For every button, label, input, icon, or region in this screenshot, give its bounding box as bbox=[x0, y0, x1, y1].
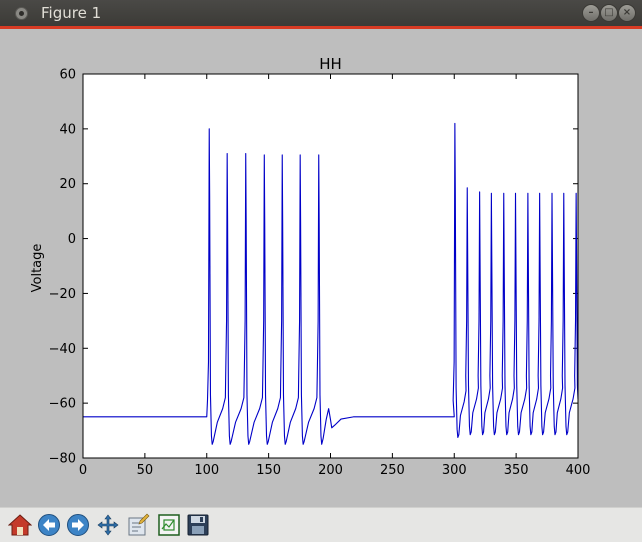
y-tick-label: 0 bbox=[68, 232, 76, 247]
zoom-to-rect-button[interactable] bbox=[155, 511, 183, 539]
forward-arrow-icon bbox=[67, 514, 89, 536]
x-tick-label: 50 bbox=[137, 463, 154, 478]
window-title: Figure 1 bbox=[41, 4, 102, 22]
y-tick-label: 60 bbox=[59, 68, 76, 83]
x-tick-label: 200 bbox=[318, 463, 343, 478]
x-tick-label: 0 bbox=[79, 463, 87, 478]
pan-arrows-icon bbox=[97, 514, 119, 536]
floppy-disk-icon bbox=[187, 514, 209, 536]
y-tick-label: −80 bbox=[49, 452, 76, 467]
configure-subplots-icon bbox=[128, 513, 150, 536]
zoom-rect-icon bbox=[158, 514, 180, 536]
y-tick-label: −60 bbox=[49, 397, 76, 412]
home-icon bbox=[8, 514, 32, 536]
forward-button[interactable] bbox=[64, 511, 92, 539]
pan-button[interactable] bbox=[94, 511, 122, 539]
y-tick-label: −20 bbox=[49, 287, 76, 302]
minimize-button[interactable]: – bbox=[582, 4, 600, 22]
x-tick-label: 150 bbox=[256, 463, 281, 478]
plot-svg: HH Voltage 0 50 100 150 200 250 300 350 400 −80−… bbox=[30, 55, 591, 478]
back-arrow-icon bbox=[38, 514, 60, 536]
chart-title: HH bbox=[319, 55, 342, 73]
figure-canvas[interactable]: HH Voltage 0 50 100 150 200 250 300 350 400 −80−… bbox=[0, 29, 642, 507]
back-button[interactable] bbox=[35, 511, 63, 539]
y-tick-label: 20 bbox=[59, 177, 76, 192]
x-tick-label: 300 bbox=[442, 463, 467, 478]
window-menu-icon[interactable] bbox=[15, 7, 28, 20]
x-tick-label: 100 bbox=[194, 463, 219, 478]
window-titlebar: Figure 1 – □ × bbox=[0, 0, 642, 29]
x-tick-label: 350 bbox=[504, 463, 529, 478]
x-tick-label: 250 bbox=[380, 463, 405, 478]
maximize-button[interactable]: □ bbox=[600, 4, 618, 22]
y-tick-label: −40 bbox=[49, 342, 76, 357]
y-tick-label: 40 bbox=[59, 122, 76, 137]
close-button[interactable]: × bbox=[618, 4, 636, 22]
y-axis-label: Voltage bbox=[30, 244, 45, 293]
navigation-toolbar bbox=[0, 507, 642, 542]
save-button[interactable] bbox=[184, 511, 212, 539]
x-tick-label: 400 bbox=[566, 463, 591, 478]
configure-subplots-button[interactable] bbox=[124, 511, 152, 539]
home-button[interactable] bbox=[6, 511, 34, 539]
